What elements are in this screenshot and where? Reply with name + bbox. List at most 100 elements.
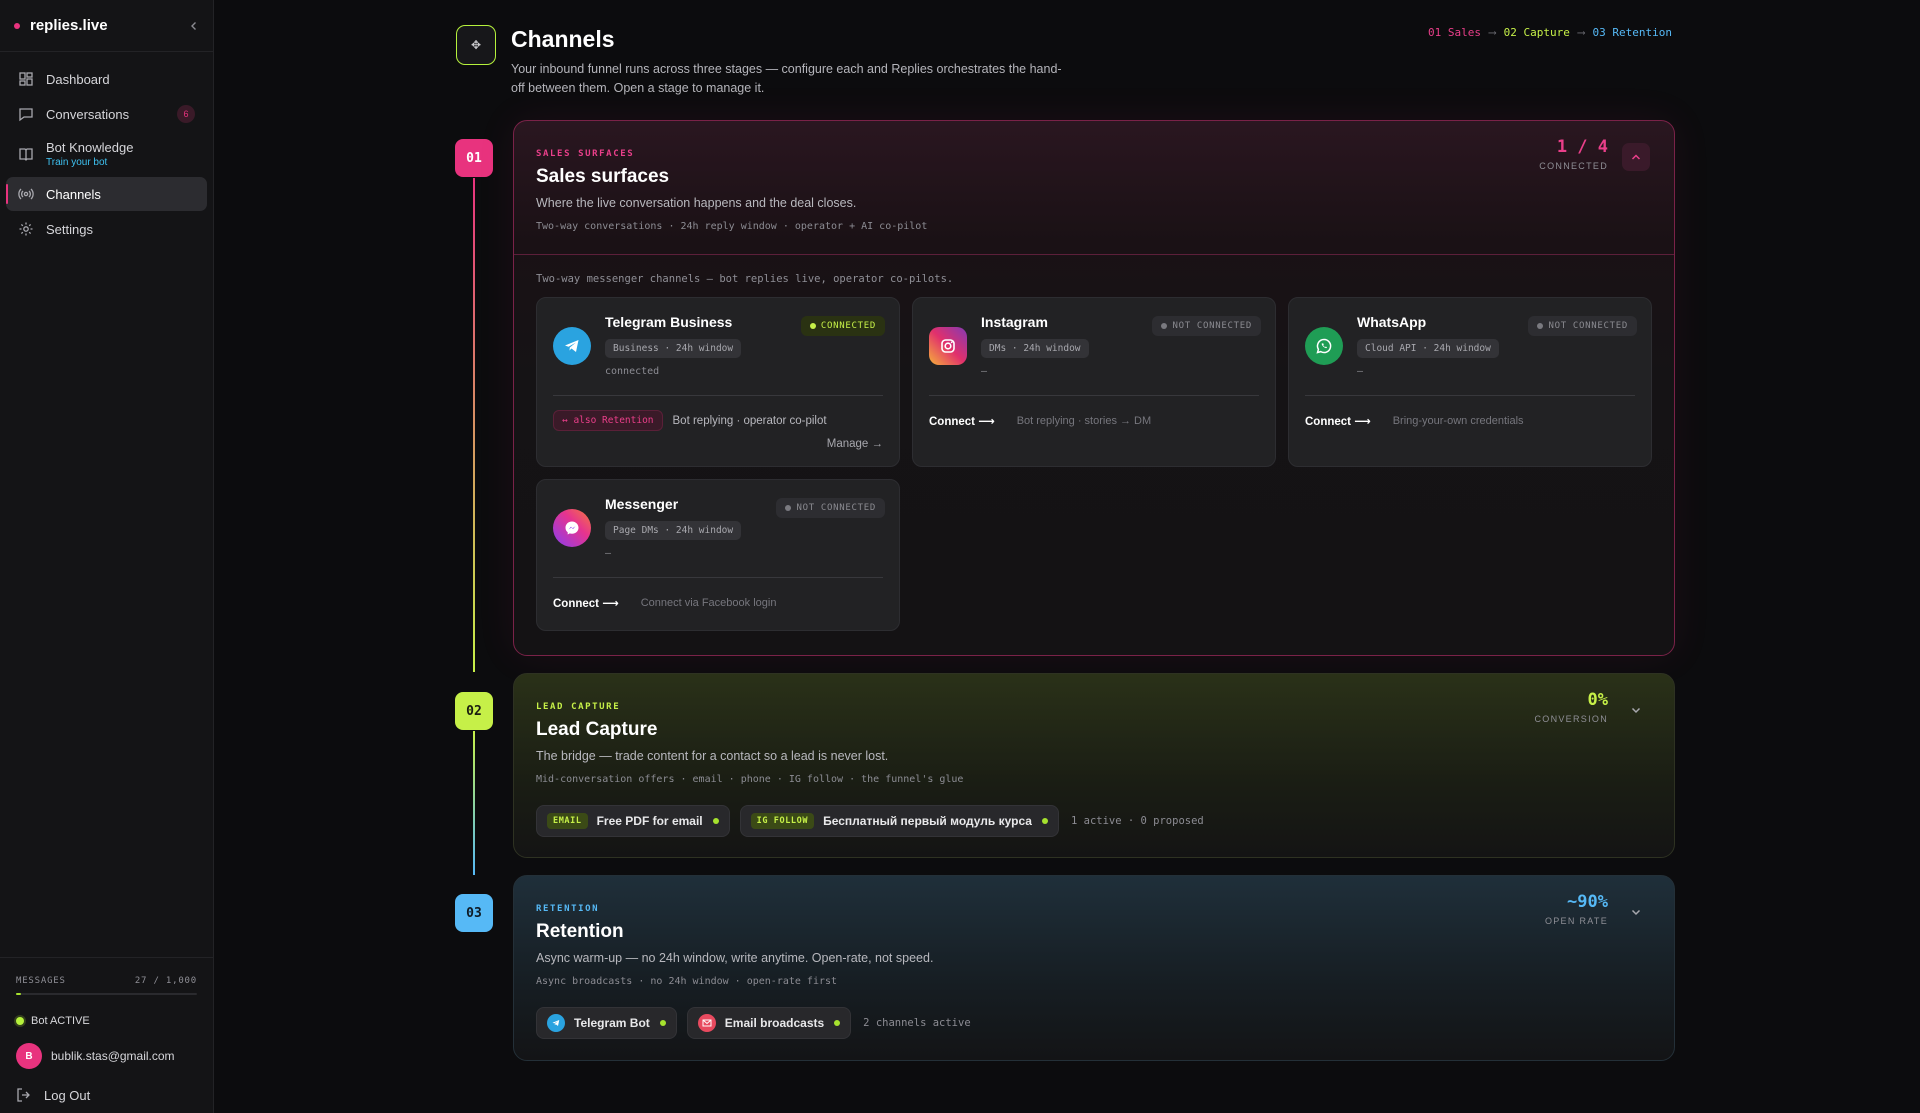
stage-body-note: Two-way messenger channels — bot replies…: [536, 273, 954, 285]
sidebar-item-label: Bot Knowledge: [46, 140, 134, 155]
connect-instagram-button[interactable]: Connect ⟶: [929, 414, 995, 428]
also-retention-tag: ↔ also Retention: [553, 410, 663, 431]
sidebar-item-settings[interactable]: Settings: [6, 212, 207, 246]
metric-label: CONNECTED: [1539, 161, 1608, 171]
status-dot-icon: [785, 505, 792, 511]
user-account[interactable]: B bublik.stas@gmail.com: [16, 1043, 197, 1069]
messages-progress-bar: [16, 993, 197, 995]
logout-button[interactable]: Log Out: [16, 1087, 197, 1103]
crumb-capture[interactable]: 02 Capture: [1504, 26, 1570, 39]
stage-header[interactable]: SALES SURFACES Sales surfaces Where the …: [514, 121, 1674, 255]
retention-chip-telegram-bot[interactable]: Telegram Bot: [536, 1007, 677, 1039]
manage-link[interactable]: Manage →: [827, 438, 883, 450]
channel-foot-text: Bot replying · stories → DM: [1016, 415, 1152, 427]
status-badge-label: NOT CONNECTED: [1548, 321, 1628, 331]
status-dot-icon: [809, 323, 816, 329]
dashboard-grid-icon: [18, 71, 34, 87]
sidebar-nav: Dashboard Conversations 6 Bot Knowledge …: [0, 52, 213, 257]
sidebar-item-label: Conversations: [46, 106, 130, 122]
divider: [553, 395, 883, 396]
messages-progress-fill: [16, 993, 22, 995]
metric-value: ~90%: [1567, 892, 1608, 912]
sidebar-footer: MESSAGES 27 / 1,000 Bot ACTIVE B bublik.…: [0, 957, 213, 1113]
expand-stage-button[interactable]: [1622, 696, 1650, 724]
messages-usage: MESSAGES 27 / 1,000: [16, 976, 197, 986]
channel-foot-text: Bot replying · operator co-pilot: [672, 414, 827, 427]
connect-messenger-button[interactable]: Connect ⟶: [553, 596, 619, 610]
crumb-retention[interactable]: 03 Retention: [1593, 26, 1672, 39]
logout-label: Log Out: [44, 1087, 91, 1103]
offer-label: Бесплатный первый модуль курса: [823, 814, 1032, 828]
channel-card-telegram-business[interactable]: Telegram Business Business · 24h window …: [536, 297, 900, 467]
stage-rail-sales: [473, 178, 475, 672]
connect-whatsapp-button[interactable]: Connect ⟶: [1305, 414, 1371, 428]
crumb-sales[interactable]: 01 Sales: [1428, 26, 1481, 39]
telegram-icon: [553, 327, 591, 365]
status-badge: CONNECTED: [800, 316, 885, 336]
brand-header: replies.live: [0, 0, 213, 52]
main-content: ✥ Channels Your inbound funnel runs acro…: [214, 0, 1920, 1113]
offers-summary: 1 active · 0 proposed: [1070, 815, 1204, 827]
logout-icon: [16, 1087, 32, 1103]
chat-bubble-icon: [18, 106, 34, 122]
collapse-stage-button[interactable]: [1622, 143, 1650, 171]
metric-label: OPEN RATE: [1544, 916, 1608, 926]
active-dot-icon: [659, 1020, 666, 1026]
avatar: B: [16, 1043, 42, 1069]
retention-chip-email-broadcasts[interactable]: Email broadcasts: [686, 1007, 852, 1039]
retention-summary: 2 channels active: [863, 1017, 971, 1029]
offer-type-tag: EMAIL: [547, 813, 588, 829]
status-dot-icon: [1537, 323, 1544, 329]
status-badge-label: NOT CONNECTED: [1172, 321, 1252, 331]
stage-number-capture: 02: [455, 692, 493, 730]
stage-body: Two-way messenger channels — bot replies…: [514, 255, 1674, 649]
status-dot-icon: [16, 1017, 24, 1025]
status-badge: NOT CONNECTED: [1152, 316, 1261, 336]
offer-label: Free PDF for email: [596, 814, 703, 828]
offer-chip-email[interactable]: EMAIL Free PDF for email: [536, 805, 730, 837]
stage-subtitle: Async warm-up — no 24h window, write any…: [536, 951, 934, 965]
channel-foot-text: Bring-your-own credentials: [1392, 415, 1524, 427]
stage-title: Retention: [536, 921, 624, 942]
stage-meta: Async broadcasts · no 24h window · open-…: [536, 976, 838, 987]
sidebar-item-sublabel: Train your bot: [46, 157, 108, 168]
collapse-sidebar-icon[interactable]: [189, 18, 199, 34]
messenger-icon: [553, 509, 591, 547]
messages-label: MESSAGES: [16, 976, 66, 986]
active-dot-icon: [712, 818, 719, 824]
bot-status-label: Bot ACTIVE: [31, 1015, 90, 1027]
stage-header[interactable]: LEAD CAPTURE Lead Capture The bridge — t…: [514, 674, 1674, 785]
stage-eyebrow: RETENTION: [536, 904, 600, 914]
channel-substatus: connected: [605, 366, 660, 377]
gear-icon: [18, 221, 34, 237]
sidebar-item-bot-knowledge[interactable]: Bot Knowledge Train your bot: [6, 132, 207, 176]
bot-status: Bot ACTIVE: [16, 1015, 197, 1027]
funnel-breadcrumb: 01 Sales ⟶ 02 Capture ⟶ 03 Retention: [1428, 26, 1672, 39]
whatsapp-icon: [1305, 327, 1343, 365]
chevron-down-icon: [1631, 909, 1641, 916]
stage-metric: ~90% OPEN RATE: [1545, 892, 1608, 926]
channel-substatus: —: [981, 366, 988, 377]
stage-metric: 0% CONVERSION: [1534, 690, 1608, 724]
status-badge-label: CONNECTED: [820, 321, 876, 331]
page-title: Channels: [511, 26, 615, 52]
active-dot-icon: [834, 1020, 841, 1026]
sidebar-item-conversations[interactable]: Conversations 6: [6, 97, 207, 131]
expand-stage-button[interactable]: [1622, 898, 1650, 926]
envelope-icon: [697, 1014, 716, 1032]
channel-card-messenger[interactable]: Messenger Page DMs · 24h window — NOT CO…: [536, 479, 900, 631]
channel-cards: Telegram Business Business · 24h window …: [536, 297, 1652, 631]
stage-header[interactable]: RETENTION Retention Async warm-up — no 2…: [514, 876, 1674, 987]
stage-retention: RETENTION Retention Async warm-up — no 2…: [513, 875, 1675, 1061]
brand-logo-dot: [14, 22, 20, 29]
channel-card-instagram[interactable]: Instagram DMs · 24h window — NOT CONNECT…: [912, 297, 1276, 467]
sidebar: replies.live Dashboard Conversations 6 B…: [0, 0, 214, 1113]
divider: [929, 395, 1259, 396]
sidebar-item-channels[interactable]: Channels: [6, 177, 207, 211]
channel-tag: Page DMs · 24h window: [605, 521, 742, 540]
sidebar-item-dashboard[interactable]: Dashboard: [6, 62, 207, 96]
channel-card-whatsapp[interactable]: WhatsApp Cloud API · 24h window — NOT CO…: [1288, 297, 1652, 467]
offer-chip-ig-follow[interactable]: IG FOLLOW Бесплатный первый модуль курса: [739, 805, 1059, 837]
channel-substatus: —: [605, 548, 612, 559]
chevron-up-icon: [1631, 154, 1641, 160]
